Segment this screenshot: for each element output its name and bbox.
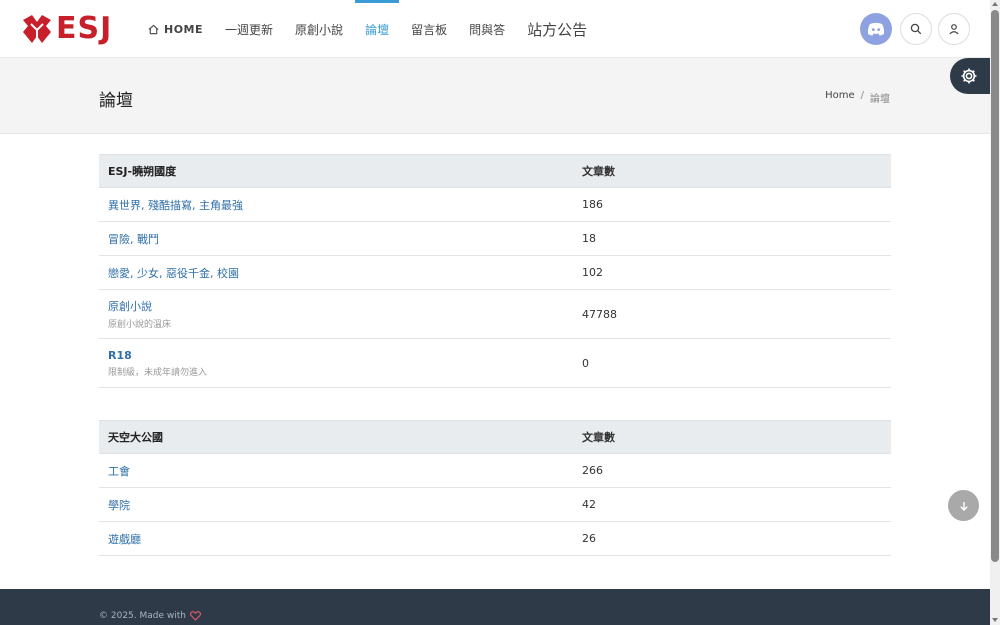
count-header: 文章數	[582, 431, 615, 444]
section-title: 天空大公國	[108, 431, 163, 444]
post-count: 26	[582, 532, 596, 545]
nav-qa[interactable]: 問與答	[469, 0, 505, 58]
post-count: 186	[582, 198, 603, 211]
page-header: 論壇 Home / 論壇	[0, 58, 990, 134]
nav-guestbook[interactable]: 留言板	[411, 0, 447, 58]
section-title: ESJ-曉朔國度	[108, 165, 177, 178]
scroll-up-arrow-icon[interactable]	[992, 2, 998, 6]
table-row: 學院 42	[99, 488, 891, 522]
main-nav: HOME 一週更新 原創小說 論壇 留言板 問與答 站方公告	[148, 0, 609, 58]
forum-link[interactable]: 遊戲廳	[108, 533, 141, 546]
footer-text: © 2025. Made with	[99, 611, 201, 621]
nav-home-label: HOME	[164, 22, 204, 36]
nav-announcements[interactable]: 站方公告	[527, 0, 587, 58]
forum-link[interactable]: 異世界, 殘酷描寫, 主角最強	[108, 199, 243, 212]
home-icon	[148, 24, 159, 34]
forum-description: 限制級，未成年請勿進入	[108, 367, 208, 378]
user-icon	[949, 24, 959, 35]
table-row: 異世界, 殘酷描寫, 主角最強 186	[99, 188, 891, 222]
site-logo[interactable]: ESJ	[20, 11, 112, 47]
copyright-text: © 2025. Made with	[99, 611, 186, 621]
forum-link[interactable]: 原創小說	[108, 298, 582, 314]
nav-weekly-updates[interactable]: 一週更新	[225, 0, 273, 58]
post-count: 42	[582, 498, 596, 511]
user-button[interactable]	[938, 13, 970, 45]
table-header: ESJ-曉朔國度 文章數	[99, 154, 891, 188]
table-row: 遊戲廳 26	[99, 522, 891, 556]
table-row: 戀愛, 少女, 惡役千金, 校園 102	[99, 256, 891, 290]
scrollbar-thumb[interactable]	[991, 10, 999, 562]
nav-home[interactable]: HOME	[148, 0, 203, 58]
logo-mark-icon	[23, 15, 51, 43]
forum-link[interactable]: R18	[108, 349, 582, 362]
nav-forum-label: 論壇	[365, 22, 390, 37]
nav-original-label: 原創小說	[295, 22, 344, 37]
table-header: 天空大公國 文章數	[99, 420, 891, 454]
forum-link[interactable]: 工會	[108, 465, 130, 478]
table-row: 冒險, 戰鬥 18	[99, 222, 891, 256]
nav-weekly-label: 一週更新	[225, 22, 274, 37]
post-count: 0	[582, 356, 589, 370]
nav-guestbook-label: 留言板	[411, 22, 448, 37]
table-row: 原創小說 原創小說的溫床 47788	[99, 290, 891, 339]
search-icon	[910, 23, 922, 35]
heart-icon	[189, 611, 201, 621]
forum-link[interactable]: 學院	[108, 499, 130, 512]
table-row: R18 限制級，未成年請勿進入 0	[99, 339, 891, 388]
top-navbar: ESJ HOME 一週更新 原創小說 論壇 留言板 問與答 站方公告	[0, 0, 990, 58]
post-count: 18	[582, 232, 596, 245]
arrow-down-icon	[959, 501, 968, 511]
nav-original-novels[interactable]: 原創小說	[295, 0, 343, 58]
table-row: 工會 266	[99, 454, 891, 488]
forum-table-sky: 天空大公國 文章數 工會 266 學院 42 遊戲廳 26	[99, 420, 891, 556]
forum-link[interactable]: 戀愛, 少女, 惡役千金, 校園	[108, 267, 239, 280]
footer: © 2025. Made with	[0, 589, 990, 625]
count-header: 文章數	[582, 165, 615, 178]
nav-announcements-label: 站方公告	[527, 20, 588, 39]
gear-icon	[961, 68, 977, 84]
forum-description: 原創小說的溫床	[108, 320, 172, 330]
post-count: 266	[582, 464, 603, 477]
scroll-down-arrow-icon[interactable]	[992, 618, 998, 622]
breadcrumb-home[interactable]: Home	[825, 90, 855, 105]
scroll-down-button[interactable]	[948, 490, 979, 521]
search-button[interactable]	[900, 13, 932, 45]
forum-table-esj: ESJ-曉朔國度 文章數 異世界, 殘酷描寫, 主角最強 186 冒險, 戰鬥 …	[99, 154, 891, 388]
breadcrumb-separator: /	[860, 90, 864, 101]
post-count: 102	[582, 266, 603, 279]
breadcrumb-current: 論壇	[870, 94, 890, 105]
nav-qa-label: 問與答	[469, 22, 506, 37]
discord-icon	[867, 22, 885, 36]
page-title: 論壇	[99, 91, 133, 111]
post-count: 47788	[582, 307, 617, 321]
page-scrollbar[interactable]	[990, 0, 1000, 625]
logo-text: ESJ	[56, 11, 113, 46]
discord-button[interactable]	[860, 13, 892, 45]
forum-link[interactable]: 冒險, 戰鬥	[108, 233, 159, 246]
breadcrumb: Home / 論壇	[825, 90, 890, 105]
nav-forum[interactable]: 論壇	[355, 0, 400, 58]
